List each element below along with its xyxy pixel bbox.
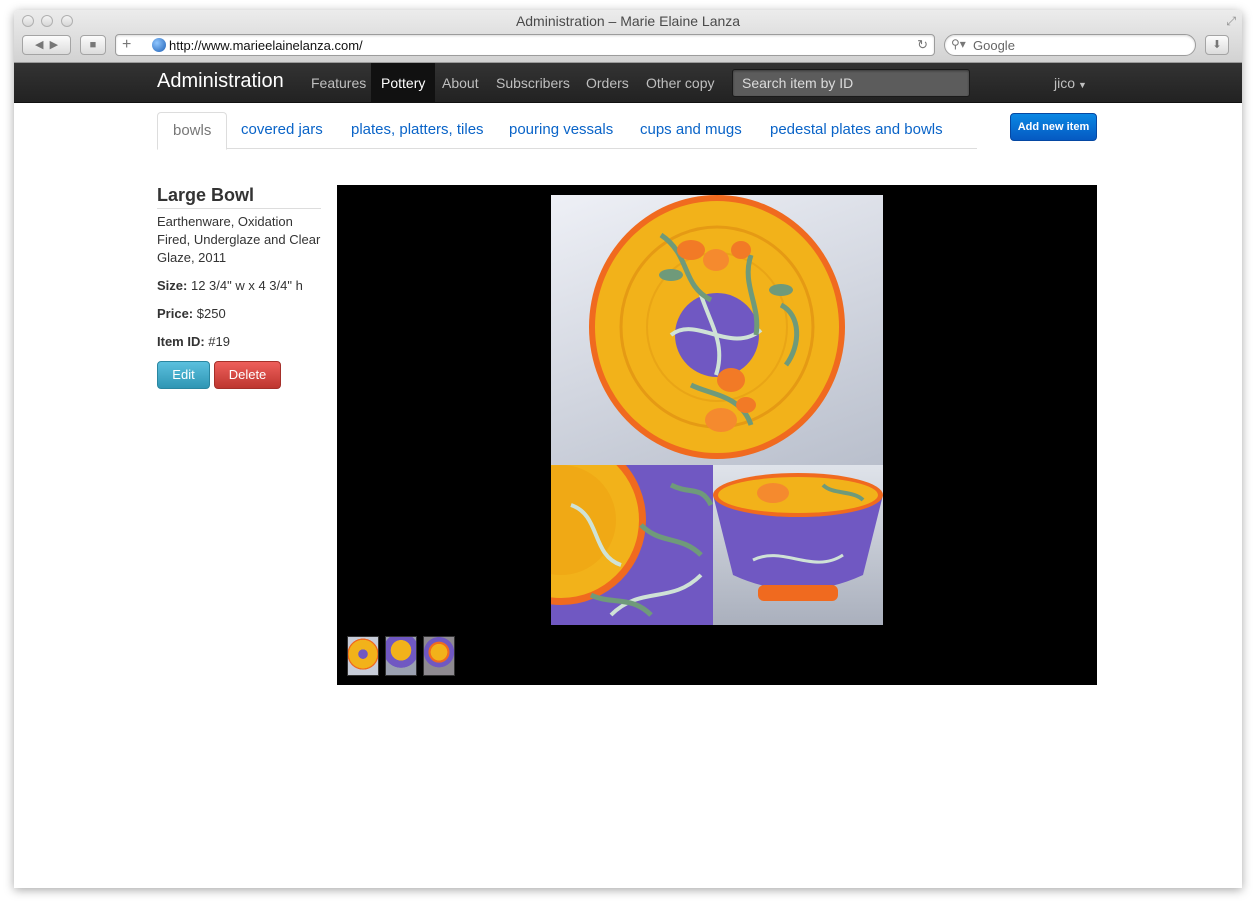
add-new-item-button[interactable]: Add new item [1010, 113, 1097, 141]
user-name[interactable]: jico [1054, 75, 1075, 91]
item-id-label: Item ID: [157, 334, 205, 349]
item-title: Large Bowl [157, 185, 321, 209]
nav-about[interactable]: About [432, 63, 489, 103]
tab-covered-jars[interactable]: covered jars [226, 112, 338, 149]
item-actions: Edit Delete [157, 361, 321, 389]
admin-navbar: Administration Features Pottery About Su… [14, 63, 1242, 103]
user-menu[interactable]: jico ▼ [1054, 63, 1087, 103]
price-label: Price: [157, 306, 194, 321]
forward-arrow-icon[interactable]: ▶ [50, 39, 58, 51]
window-title: Administration – Marie Elaine Lanza [515, 13, 741, 29]
caret-down-icon: ▼ [1078, 80, 1087, 90]
size-value: 12 3/4" w x 4 3/4" h [190, 278, 303, 293]
item-size: Size: 12 3/4" w x 4 3/4" h [157, 277, 321, 295]
edit-button[interactable]: Edit [157, 361, 210, 389]
nav-orders[interactable]: Orders [576, 63, 639, 103]
bowl-top-view [551, 195, 883, 465]
address-bar[interactable]: + http://www.marieelainelanza.com/ ↻ [115, 34, 935, 56]
brand-logo[interactable]: Administration [157, 70, 284, 93]
shield-icon: ■ [89, 39, 97, 51]
thumbnail-1[interactable] [347, 636, 379, 676]
item-price: Price: $250 [157, 305, 321, 323]
url-text[interactable]: http://www.marieelainelanza.com/ [169, 38, 363, 53]
item-id-search-input[interactable]: Search item by ID [732, 69, 970, 97]
nav-other-copy[interactable]: Other copy [636, 63, 724, 103]
browser-search-field[interactable]: ⚲▾ Google [944, 34, 1196, 56]
nav-subscribers[interactable]: Subscribers [486, 63, 580, 103]
item-description: Earthenware, Oxidation Fired, Underglaze… [157, 214, 321, 265]
add-bookmark-icon[interactable]: + [122, 36, 131, 54]
item-id-value: #19 [208, 334, 230, 349]
main-photo[interactable] [551, 195, 883, 625]
delete-button[interactable]: Delete [214, 361, 281, 389]
bowl-bottom-view [551, 465, 713, 625]
nav-features[interactable]: Features [301, 63, 376, 103]
browser-titlebar: Administration – Marie Elaine Lanza ⤢ ◀ … [14, 10, 1242, 63]
search-icon: ⚲▾ [951, 37, 966, 51]
nav-pottery[interactable]: Pottery [371, 63, 436, 103]
size-label: Size: [157, 278, 188, 293]
tab-cups-and-mugs[interactable]: cups and mugs [625, 112, 757, 149]
bowl-side-view [713, 465, 883, 625]
fullscreen-icon[interactable]: ⤢ [1226, 14, 1236, 29]
price-value: $250 [196, 306, 226, 321]
browser-window: Administration – Marie Elaine Lanza ⤢ ◀ … [14, 10, 1242, 888]
image-gallery [337, 185, 1097, 685]
download-icon: ⬇ [1212, 39, 1222, 51]
downloads-button[interactable]: ⬇ [1205, 35, 1229, 55]
browser-search-placeholder: Google [973, 38, 1015, 53]
tab-bowls[interactable]: bowls [157, 112, 228, 150]
item-id: Item ID: #19 [157, 333, 321, 351]
thumbnail-3[interactable] [423, 636, 455, 676]
tab-plates-platters-tiles[interactable]: plates, platters, tiles [336, 112, 499, 149]
tab-pedestal-plates-and-bowls[interactable]: pedestal plates and bowls [755, 112, 958, 149]
back-arrow-icon[interactable]: ◀ [35, 39, 43, 51]
home-button[interactable]: ■ [80, 35, 106, 55]
globe-icon [152, 38, 166, 52]
thumbnail-2[interactable] [385, 636, 417, 676]
item-details: Large Bowl Earthenware, Oxidation Fired,… [157, 185, 321, 389]
back-forward-buttons[interactable]: ◀ ▶ [22, 35, 71, 55]
tab-pouring-vessals[interactable]: pouring vessals [494, 112, 628, 149]
reload-icon[interactable]: ↻ [917, 37, 928, 53]
category-tabs: bowls covered jars plates, platters, til… [157, 112, 977, 150]
